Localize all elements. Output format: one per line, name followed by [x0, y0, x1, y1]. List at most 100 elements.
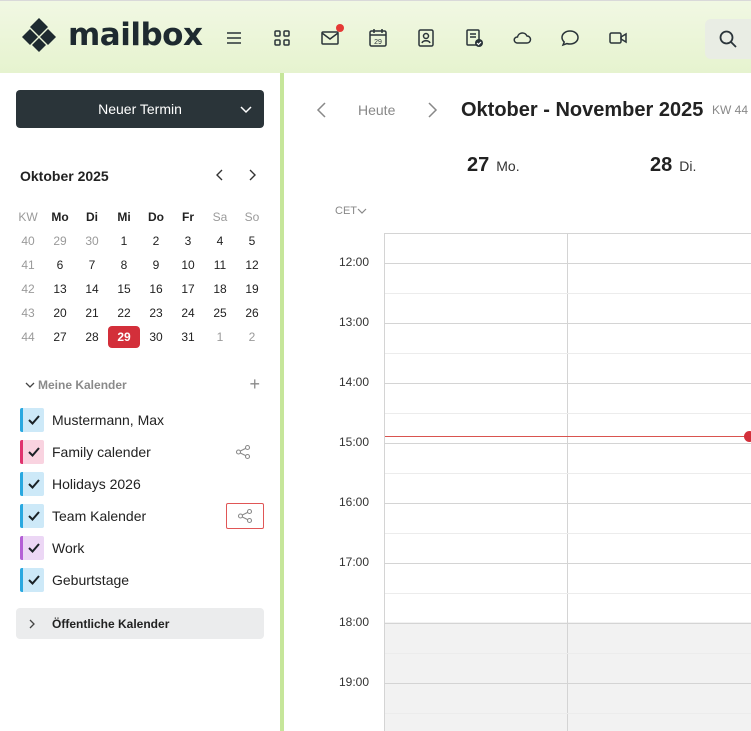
calendar-checkbox[interactable]	[20, 472, 44, 496]
share-calendar-button[interactable]	[226, 503, 264, 529]
my-calendars-header[interactable]: Meine Kalender +	[20, 375, 260, 395]
current-time-indicator	[744, 431, 751, 442]
day-column-separator	[567, 234, 568, 731]
calendar-checkbox[interactable]	[20, 568, 44, 592]
search-button[interactable]	[705, 19, 751, 59]
mini-calendar-day[interactable]: 13	[44, 278, 76, 300]
mini-calendar-day[interactable]: 2	[140, 230, 172, 252]
calendar-checkbox[interactable]	[20, 408, 44, 432]
week-number-cell[interactable]: 42	[12, 278, 44, 300]
week-number-cell[interactable]: 41	[12, 254, 44, 276]
check-icon	[27, 511, 40, 521]
timezone-selector[interactable]: CET	[335, 205, 367, 217]
mini-calendar-prev[interactable]	[210, 165, 230, 185]
hour-label: 18:00	[339, 615, 370, 629]
calendar-icon[interactable]: 29	[365, 25, 391, 51]
hour-line	[385, 443, 751, 444]
mini-calendar-day[interactable]: 31	[172, 326, 204, 348]
new-event-button[interactable]: Neuer Termin	[16, 90, 264, 128]
weekday-header: Sa	[212, 210, 228, 224]
menu-icon[interactable]	[221, 25, 247, 51]
mini-calendar-day[interactable]: 30	[140, 326, 172, 348]
time-grid[interactable]	[384, 233, 751, 731]
mini-calendar-day[interactable]: 23	[140, 302, 172, 324]
mini-calendar-day[interactable]: 1	[108, 230, 140, 252]
calendar-item[interactable]: Family calender	[20, 436, 264, 468]
mini-calendar-week: 44 27 28 29 30 31 1 2	[12, 325, 268, 349]
contacts-icon[interactable]	[413, 25, 439, 51]
mini-calendar-day[interactable]: 27	[44, 326, 76, 348]
mini-calendar-day[interactable]: 26	[236, 302, 268, 324]
calendar-item[interactable]: Team Kalender	[20, 500, 264, 532]
calendar-item[interactable]: Holidays 2026	[20, 468, 264, 500]
calendar-checkbox[interactable]	[20, 504, 44, 528]
check-icon	[27, 543, 40, 553]
calendar-checkbox[interactable]	[20, 536, 44, 560]
apps-icon[interactable]	[269, 25, 295, 51]
mini-calendar-header: KW Mo Di Mi Do Fr Sa So	[12, 205, 268, 229]
my-calendars-label: Meine Kalender	[38, 378, 127, 392]
chevron-down-icon[interactable]	[238, 101, 254, 117]
mini-calendar-day[interactable]: 3	[172, 230, 204, 252]
mini-calendar-day[interactable]: 2	[236, 326, 268, 348]
mini-calendar-day[interactable]: 29	[108, 326, 140, 348]
mini-calendar-day[interactable]: 20	[44, 302, 76, 324]
mini-calendar-day[interactable]: 21	[76, 302, 108, 324]
mini-calendar-day[interactable]: 29	[44, 230, 76, 252]
mini-calendar-day[interactable]: 9	[140, 254, 172, 276]
mini-calendar-day[interactable]: 24	[172, 302, 204, 324]
mini-calendar-day[interactable]: 12	[236, 254, 268, 276]
mini-calendar-day[interactable]: 8	[108, 254, 140, 276]
mini-calendar-day[interactable]: 19	[236, 278, 268, 300]
hour-label: 19:00	[339, 675, 370, 689]
mini-calendar-day[interactable]: 4	[204, 230, 236, 252]
today-button[interactable]: Heute	[358, 102, 395, 118]
week-number-cell[interactable]: 43	[12, 302, 44, 324]
mini-calendar-day[interactable]: 7	[76, 254, 108, 276]
mini-calendar-day[interactable]: 16	[140, 278, 172, 300]
tasks-icon[interactable]	[461, 25, 487, 51]
prev-week-button[interactable]	[314, 101, 330, 119]
week-number-cell[interactable]: 44	[12, 326, 44, 348]
week-number-cell[interactable]: 40	[12, 230, 44, 252]
cloud-icon[interactable]	[509, 25, 535, 51]
day-header-monday[interactable]: 27 Mo.	[467, 154, 520, 177]
mini-calendar-day[interactable]: 22	[108, 302, 140, 324]
mini-calendar-day[interactable]: 10	[172, 254, 204, 276]
mini-calendar-day[interactable]: 14	[76, 278, 108, 300]
half-hour-line	[385, 413, 751, 414]
calendar-checkbox[interactable]	[20, 440, 44, 464]
hour-label: 12:00	[339, 255, 370, 269]
video-icon[interactable]	[605, 25, 631, 51]
mini-calendar-next[interactable]	[242, 165, 262, 185]
day-header-tuesday[interactable]: 28 Di.	[650, 154, 696, 177]
mini-calendar-day[interactable]: 25	[204, 302, 236, 324]
day-name: Di.	[679, 158, 697, 174]
next-week-button[interactable]	[424, 101, 440, 119]
mail-icon[interactable]	[317, 24, 344, 51]
share-calendar-button[interactable]	[226, 440, 260, 464]
mini-calendar-day[interactable]: 18	[204, 278, 236, 300]
logo[interactable]: mailbox	[20, 15, 203, 55]
mini-calendar-day[interactable]: 1	[204, 326, 236, 348]
half-hour-line	[385, 713, 751, 714]
mini-calendar-day[interactable]: 11	[204, 254, 236, 276]
share-icon	[237, 508, 253, 524]
mini-calendar-day[interactable]: 5	[236, 230, 268, 252]
calendar-item[interactable]: Mustermann, Max	[20, 404, 264, 436]
chevron-right-icon	[249, 169, 256, 181]
add-calendar-icon[interactable]: +	[249, 375, 260, 393]
timezone-label: CET	[335, 205, 357, 217]
hour-label: 13:00	[339, 315, 370, 329]
calendar-main: Heute Oktober - November 2025 KW 44 27 M…	[284, 73, 751, 731]
mini-calendar-day[interactable]: 6	[44, 254, 76, 276]
calendar-item[interactable]: Geburtstage	[20, 564, 264, 596]
mini-calendar-day[interactable]: 17	[172, 278, 204, 300]
calendar-item[interactable]: Work	[20, 532, 264, 564]
mini-calendar-day[interactable]: 15	[108, 278, 140, 300]
mini-calendar-day[interactable]: 30	[76, 230, 108, 252]
chat-icon[interactable]	[557, 25, 583, 51]
mini-calendar-day[interactable]: 28	[76, 326, 108, 348]
calendar-icon-day: 29	[374, 39, 382, 46]
public-calendars-toggle[interactable]: Öffentliche Kalender	[16, 608, 264, 639]
